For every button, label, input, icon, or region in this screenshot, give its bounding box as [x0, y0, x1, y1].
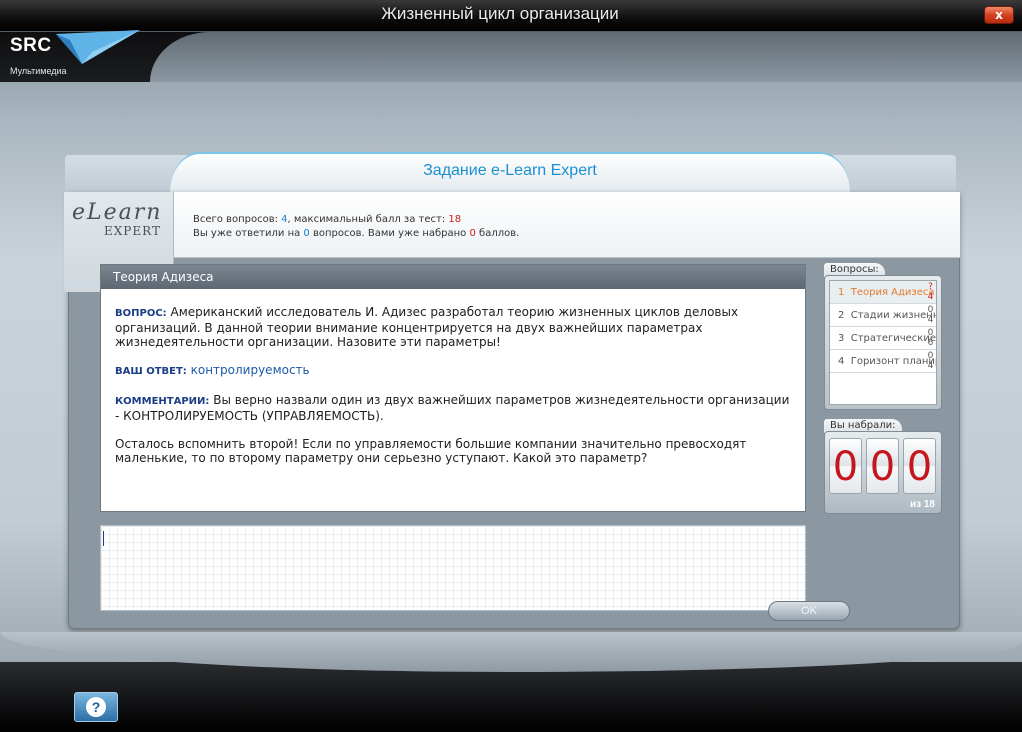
question-item-3[interactable]: 3 Стратегические 06 — [830, 327, 936, 350]
score-digit: 0 — [903, 438, 936, 494]
stats-line-1: Всего вопросов: 4, максимальный балл за … — [193, 213, 519, 227]
answer-input-area[interactable] — [100, 525, 806, 611]
help-icon: ? — [86, 696, 106, 717]
stats-text: , максимальный балл за тест: — [287, 214, 449, 225]
window-title: Жизненный цикл организации — [381, 4, 619, 23]
question-item-score: 06 — [927, 328, 934, 348]
help-button[interactable]: ? — [74, 692, 118, 722]
question-item-title: Стратегические — [850, 333, 936, 344]
question-item-title: Стадии жизненного цикла — [850, 310, 936, 321]
question-item-1[interactable]: 1 Теория Адизеса ? 4 — [830, 281, 936, 304]
question-header: Теория Адизеса — [101, 265, 805, 289]
stats-text: вопросов. Вами уже набрано — [309, 228, 470, 239]
stats-text: Вы уже ответили на — [193, 228, 304, 239]
score-bottom: 4 — [927, 315, 934, 325]
ok-button[interactable]: OK — [768, 601, 850, 621]
score-top: 0 — [927, 328, 934, 338]
question-item-2[interactable]: 2 Стадии жизненного цикла 04 — [830, 304, 936, 327]
questions-list-inner: 1 Теория Адизеса ?4 2 Стадии жизненного … — [829, 280, 937, 405]
score-top: 0 — [927, 305, 934, 315]
elearn-logo-bottom: EXPERT — [104, 224, 161, 238]
question-item-score: 04 — [927, 351, 934, 371]
bottom-bar — [0, 632, 1022, 732]
score-top: ? — [928, 282, 933, 292]
comment-label: КОММЕНТАРИИ: — [115, 396, 210, 407]
score-bottom: 4 — [927, 292, 934, 302]
question-paragraph: ВОПРОС: Американский исследователь И. Ад… — [115, 305, 791, 349]
question-item-score: 04 — [927, 305, 934, 325]
your-answer-label: ВАШ ОТВЕТ: — [115, 366, 187, 377]
question-item-num: 1 — [838, 287, 845, 298]
question-item-num: 4 — [838, 356, 845, 367]
elearn-logo-top: eLearn — [72, 200, 163, 225]
title-bar: Жизненный цикл организации x — [0, 0, 1022, 32]
score-bottom: 4 — [927, 361, 934, 371]
score-max: из 18 — [909, 499, 935, 510]
score-bottom: 6 — [927, 338, 934, 348]
questions-list: 1 Теория Адизеса ?4 2 Стадии жизненного … — [824, 275, 942, 410]
question-item-4[interactable]: 4 Горизонт планирования 04 — [830, 350, 936, 373]
score-top: 0 — [927, 351, 934, 361]
question-item-title: Горизонт планирования — [850, 356, 936, 367]
close-button[interactable]: x — [984, 6, 1014, 24]
brand-name: SRC — [10, 35, 52, 56]
question-box: Теория Адизеса ВОПРОС: Американский иссл… — [100, 264, 806, 512]
question-item-num: 2 — [838, 310, 845, 321]
score-counter: 0 0 0 из 18 — [824, 431, 942, 514]
score-digit: 0 — [829, 438, 862, 494]
comment-paragraph: КОММЕНТАРИИ: Вы верно назвали один из дв… — [115, 393, 791, 423]
comment-text: Вы верно назвали один из двух важнейших … — [115, 393, 790, 423]
question-text: Американский исследователь И. Адизес раз… — [115, 305, 739, 349]
question-item-score: ? 4 — [927, 282, 934, 302]
src-logo-icon — [56, 30, 140, 64]
stats-text: Всего вопросов: — [193, 214, 282, 225]
brand-subtitle: Мультимедиа — [10, 66, 67, 76]
followup-text: Осталось вспомнить второй! Если по управ… — [115, 437, 747, 465]
question-content: ВОПРОС: Американский исследователь И. Ад… — [101, 289, 805, 487]
question-item-title: Теория Адизеса — [850, 287, 935, 298]
task-title: Задание e-Learn Expert — [423, 162, 597, 179]
your-answer-paragraph: ВАШ ОТВЕТ: контролируемость — [115, 363, 791, 379]
stats-text: баллов. — [475, 228, 520, 239]
question-item-num: 3 — [838, 333, 845, 344]
your-answer-text: контролируемость — [186, 363, 310, 377]
answer-input[interactable] — [101, 526, 805, 610]
stats-line-2: Вы уже ответили на 0 вопросов. Вами уже … — [193, 227, 519, 241]
score-digit: 0 — [866, 438, 899, 494]
max-score: 18 — [448, 214, 462, 225]
test-stats: Всего вопросов: 4, максимальный балл за … — [193, 213, 519, 241]
question-label: ВОПРОС: — [115, 308, 167, 319]
logo-band — [0, 32, 1022, 82]
